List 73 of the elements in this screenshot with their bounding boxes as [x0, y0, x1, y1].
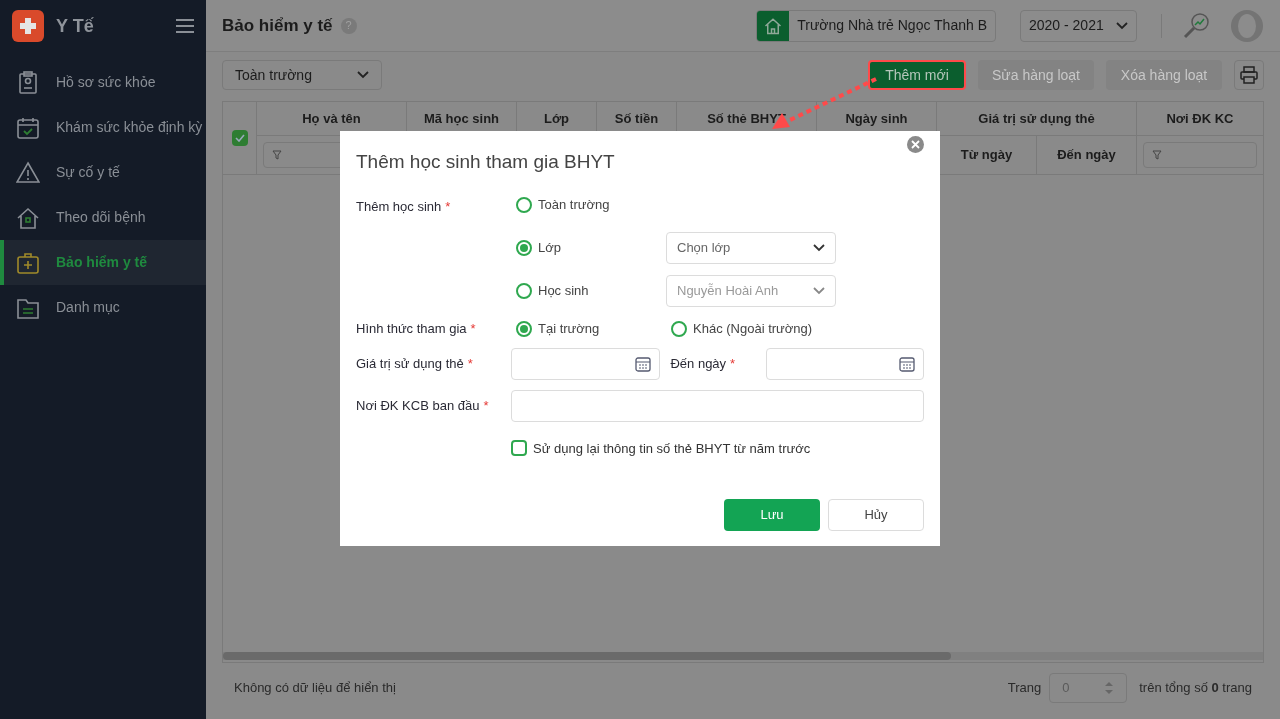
required-mark: * — [730, 355, 736, 371]
select-all-checkbox[interactable] — [231, 130, 248, 146]
filter-icon — [1152, 150, 1162, 160]
sidebar-item[interactable]: Bảo hiểm y tế — [0, 240, 206, 285]
scrollbar[interactable] — [223, 652, 1263, 660]
check-icon — [234, 134, 245, 142]
required-mark: * — [445, 198, 451, 214]
page-total: trên tổng số 0 trang — [1139, 679, 1252, 698]
radio-label[interactable]: Tại trường — [538, 318, 600, 339]
checkbox[interactable] — [511, 440, 527, 457]
column-header[interactable]: Nơi ĐK KC — [1137, 102, 1263, 136]
school-selector[interactable]: Trường Nhà trẻ Ngọc Thanh B — [756, 9, 996, 42]
radio-label[interactable]: Khác (Ngoài trường) — [693, 318, 813, 339]
spinner-arrows-icon[interactable] — [1104, 681, 1115, 695]
radio-label[interactable]: Toàn trường — [538, 194, 610, 215]
field-label: Đến ngày — [670, 355, 727, 371]
column-group-header: Giá trị sử dụng thẻ — [937, 102, 1137, 136]
app-logo — [12, 10, 44, 42]
sidebar-item[interactable]: Theo dõi bệnh — [0, 195, 206, 240]
dialog-title: Thêm học sinh tham gia BHYT — [356, 150, 616, 174]
field-label: Hình thức tham gia — [356, 320, 467, 336]
sidebar-item[interactable]: Danh mục — [0, 285, 206, 330]
radio-label[interactable]: Lớp — [538, 237, 561, 258]
required-mark: * — [483, 397, 489, 413]
radio-button[interactable] — [516, 239, 532, 256]
radio-button[interactable] — [516, 282, 532, 299]
empty-message: Không có dữ liệu để hiển thị — [234, 679, 396, 698]
field-label: Giá trị sử dụng thẻ — [356, 355, 464, 371]
scope-select[interactable]: Toàn trường — [222, 60, 382, 90]
date-field[interactable] — [766, 347, 924, 380]
year-select[interactable]: 2020 - 2021 — [1020, 9, 1137, 42]
calendar-icon — [635, 355, 652, 372]
column-header[interactable]: Đến ngày — [1037, 136, 1137, 174]
chevron-icon — [1116, 21, 1128, 30]
checkbox-label[interactable]: Sử dụng lại thông tin số thẻ BHYT từ năm trước — [533, 438, 811, 458]
medical-kit-icon — [16, 250, 40, 275]
sidebar-item[interactable]: Sự cố y tế — [0, 150, 206, 195]
dropdown-field[interactable]: Chọn lớp — [666, 231, 836, 264]
house-icon — [16, 205, 40, 230]
save-button[interactable]: Lưu — [724, 499, 820, 531]
cancel-button[interactable]: Hủy — [828, 499, 924, 531]
calendar-check-icon — [16, 115, 40, 140]
close-icon — [911, 140, 920, 149]
required-mark: * — [467, 355, 473, 371]
page-label: Trang — [1007, 679, 1042, 698]
print-button[interactable] — [1234, 60, 1264, 90]
magnifier-chart-icon[interactable] — [1182, 11, 1210, 40]
filter-field[interactable] — [1143, 142, 1257, 168]
radio-button[interactable] — [516, 320, 532, 337]
sidebar-item[interactable]: Hồ sơ sức khỏe — [0, 60, 206, 105]
field-label: Nơi ĐK KCB ban đầu — [356, 397, 480, 413]
clipboard-icon — [16, 70, 40, 95]
sidebar-item[interactable]: Khám sức khỏe định kỳ — [0, 105, 206, 150]
date-field[interactable] — [510, 347, 661, 380]
close-button[interactable] — [907, 136, 924, 153]
house-icon — [764, 16, 783, 35]
warning-icon — [16, 160, 40, 185]
toolbar-button[interactable]: Thêm mới — [868, 60, 966, 90]
required-mark: * — [470, 320, 476, 336]
radio-button[interactable] — [671, 320, 687, 337]
chevron-icon — [357, 71, 369, 79]
chevron-icon — [813, 286, 825, 295]
menu-icon[interactable] — [176, 18, 194, 34]
radio-label[interactable]: Học sinh — [538, 280, 589, 301]
text-field[interactable] — [511, 389, 924, 422]
app-name: Y Tế — [56, 15, 95, 38]
printer-icon — [1240, 66, 1258, 84]
radio-button[interactable] — [516, 196, 532, 213]
chevron-icon — [813, 243, 825, 252]
field-label: Thêm học sinh — [356, 198, 442, 214]
calendar-icon — [899, 355, 915, 372]
page-title: Bảo hiểm y tế — [222, 14, 333, 37]
filter-icon — [272, 150, 282, 160]
